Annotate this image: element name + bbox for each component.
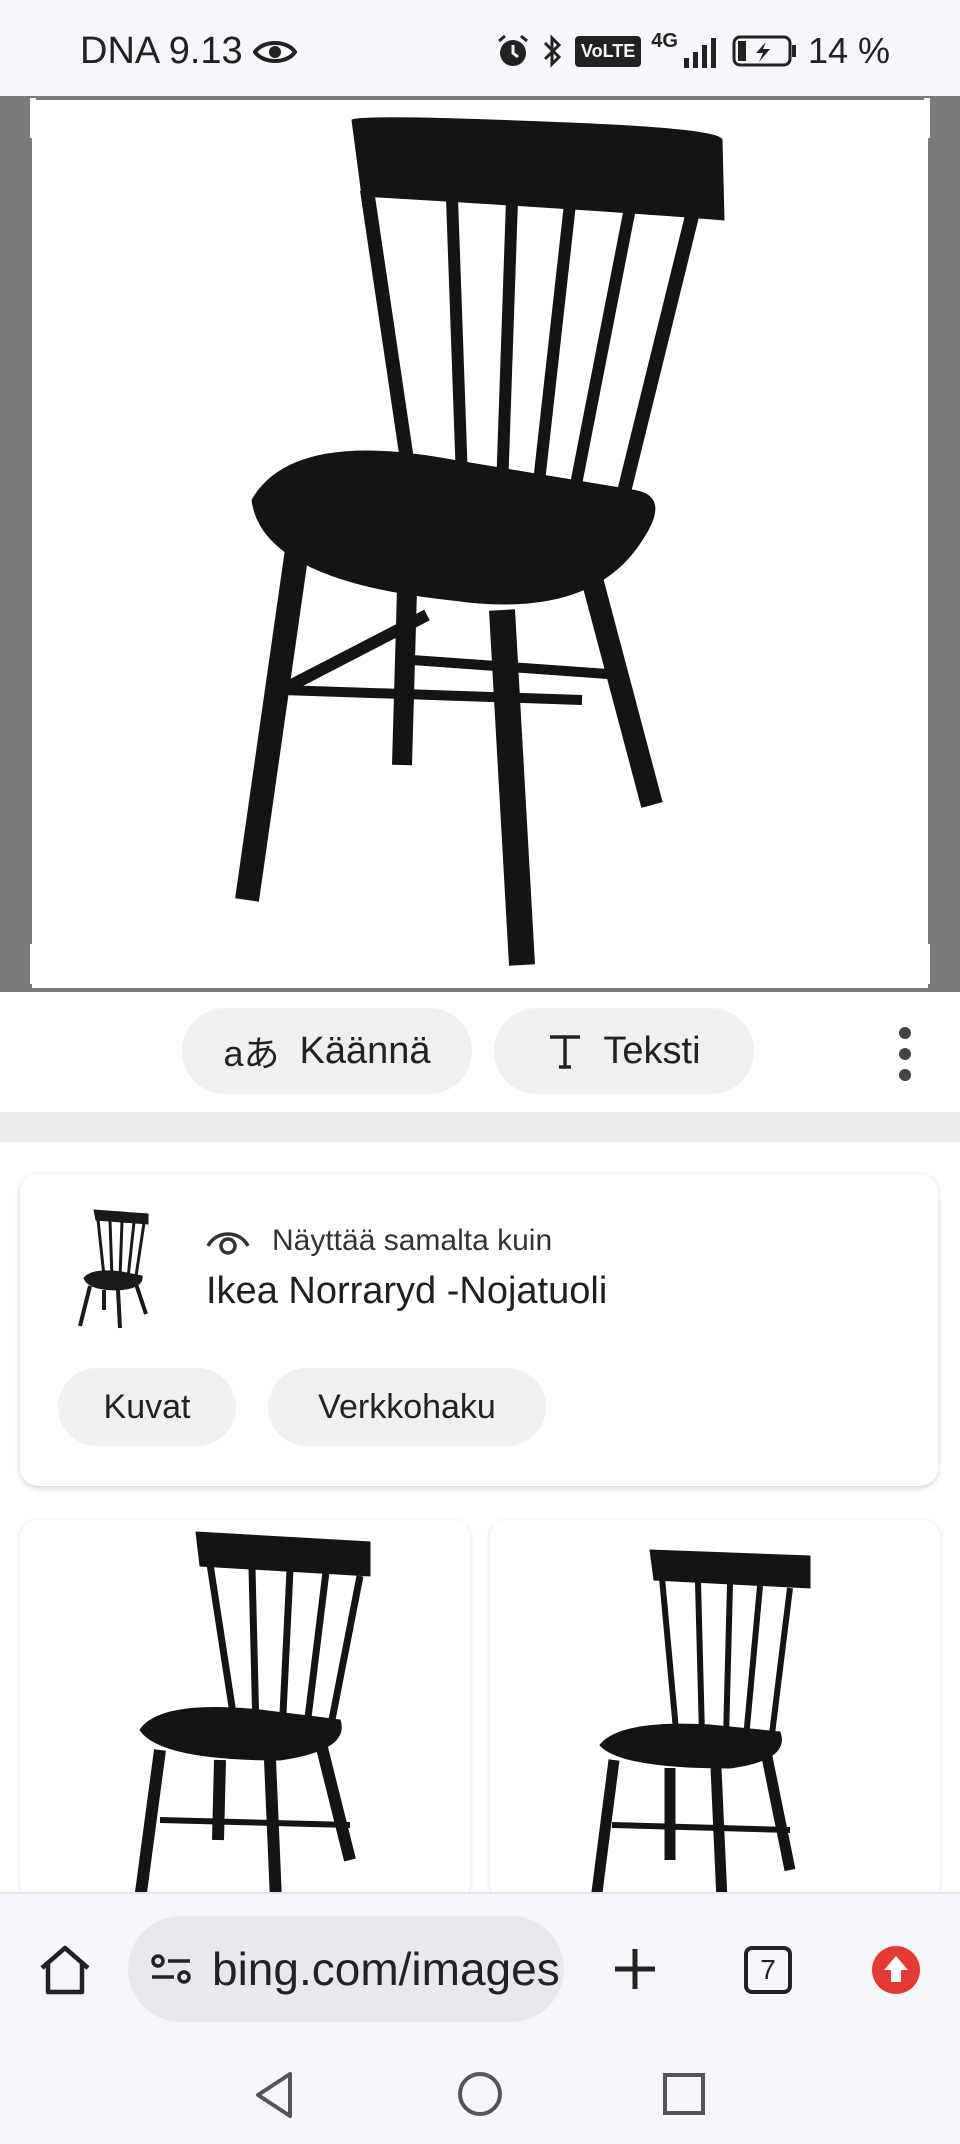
back-icon[interactable] <box>252 2070 296 2120</box>
more-vert-icon[interactable] <box>890 1024 920 1084</box>
chair-result-image-2 <box>590 1549 811 1900</box>
crop-handle-bl[interactable] <box>30 944 36 984</box>
query-image[interactable] <box>32 100 928 988</box>
battery-charging-icon <box>732 35 796 67</box>
battery-level: 14 % <box>807 30 890 71</box>
bluetooth-icon <box>543 34 562 68</box>
translate-icon: aあ <box>223 1033 280 1074</box>
status-left: DNA 9.13 <box>80 30 297 73</box>
crop-handle-br[interactable] <box>924 944 930 984</box>
eye-icon <box>252 40 297 63</box>
eye-icon <box>206 1232 250 1255</box>
translate-button[interactable]: aあ Käännä <box>182 1008 472 1094</box>
status-bar: DNA 9.13 VoLTE 4G 14 % <box>0 0 960 96</box>
section-divider <box>0 1112 960 1142</box>
result-thumbnail <box>78 1209 149 1329</box>
volte-badge: VoLTE <box>574 35 642 67</box>
home-nav-icon[interactable] <box>456 2070 504 2118</box>
match-caption: Näyttää samalta kuin <box>272 1224 553 1257</box>
chair-image <box>235 117 725 966</box>
text-label: Teksti <box>603 1029 701 1072</box>
recents-icon[interactable] <box>662 2072 706 2116</box>
web-search-pill[interactable]: Verkkohaku <box>268 1368 546 1446</box>
web-search-pill-label: Verkkohaku <box>318 1387 496 1426</box>
action-row <box>0 992 960 1110</box>
crop-handle-tl[interactable] <box>30 98 36 138</box>
url-bar[interactable]: bing.com/images <box>128 1916 564 2022</box>
network-label: 4G <box>651 30 678 52</box>
text-icon <box>550 1035 581 1069</box>
upload-icon[interactable] <box>870 1944 922 1996</box>
images-pill[interactable]: Kuvat <box>58 1368 236 1446</box>
site-settings-icon[interactable] <box>150 1952 192 1986</box>
signal-icon <box>683 38 716 68</box>
url-text: bing.com/images <box>212 1943 560 1995</box>
status-right: VoLTE 4G 14 % <box>495 30 890 72</box>
chair-result-image-1 <box>134 1531 371 1900</box>
tab-count: 7 <box>760 1954 776 1985</box>
text-button[interactable]: Teksti <box>494 1008 754 1094</box>
match-title[interactable]: Ikea Norraryd -Nojatuoli <box>206 1270 607 1313</box>
result-image-card[interactable] <box>490 1520 940 1900</box>
carrier-time: DNA 9.13 <box>80 30 243 72</box>
crop-handle-tr[interactable] <box>924 98 930 138</box>
tabs-button[interactable]: 7 <box>744 1946 792 1994</box>
plus-icon[interactable] <box>612 1946 658 1992</box>
result-image-card[interactable] <box>20 1520 470 1900</box>
images-pill-label: Kuvat <box>103 1387 191 1426</box>
alarm-icon <box>497 34 528 66</box>
translate-label: Käännä <box>299 1029 431 1072</box>
home-icon[interactable] <box>38 1944 92 1996</box>
